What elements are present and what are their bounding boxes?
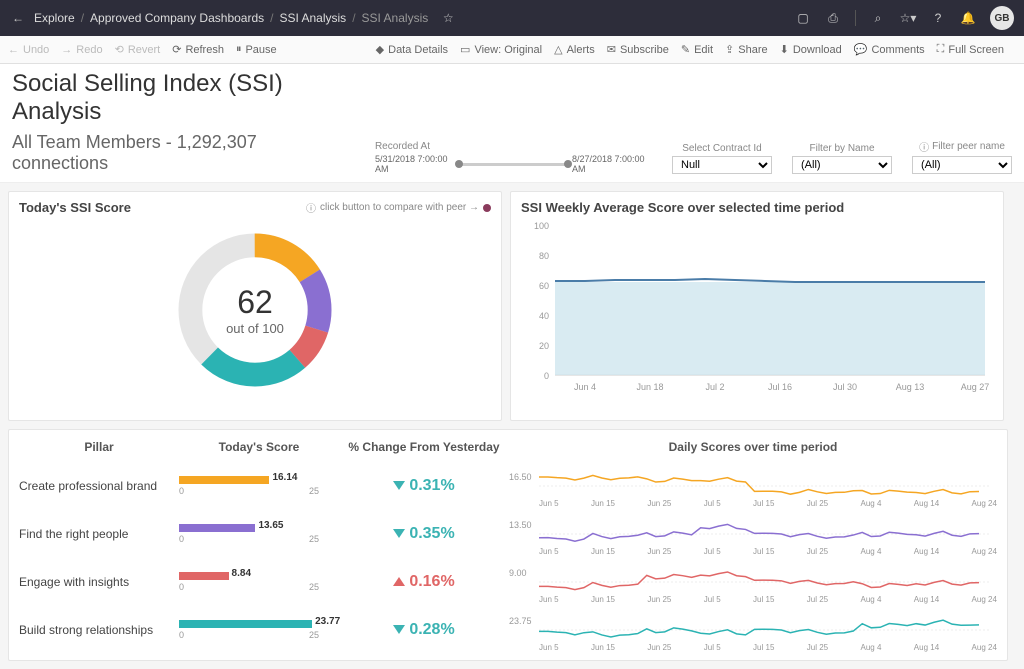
avatar[interactable]: GB bbox=[990, 6, 1014, 30]
notifications-icon[interactable]: 🔔 bbox=[960, 10, 976, 26]
divider bbox=[855, 10, 856, 26]
pillar-row: Engage with insights 8.84 025 0.16% 9.00… bbox=[19, 558, 997, 606]
pillar-row: Find the right people 13.65 025 0.35% 13… bbox=[19, 510, 997, 558]
info-icon[interactable]: ⓘ bbox=[919, 139, 929, 154]
share-button[interactable]: ⇪ Share bbox=[725, 43, 768, 56]
svg-text:80: 80 bbox=[539, 251, 549, 261]
contract-select[interactable]: Null bbox=[672, 156, 772, 174]
pillar-sparkline: 16.50 Jun 5Jun 15Jun 25Jul 5Jul 15Jul 25… bbox=[509, 466, 997, 506]
pillars-card: Pillar Today's Score % Change From Yeste… bbox=[8, 429, 1008, 661]
info-icon[interactable]: ⓘ bbox=[306, 200, 316, 215]
undo-button[interactable]: ← Undo bbox=[8, 44, 49, 56]
fullscreen-button[interactable]: ⛶ Full Screen bbox=[937, 43, 1004, 56]
recorded-start: 5/31/2018 7:00:00 AM bbox=[375, 154, 455, 174]
svg-text:Aug 13: Aug 13 bbox=[896, 382, 925, 392]
pillar-bar: 13.65 025 bbox=[179, 524, 339, 544]
col-change: % Change From Yesterday bbox=[339, 440, 509, 454]
svg-text:Jul 2: Jul 2 bbox=[705, 382, 724, 392]
svg-text:20: 20 bbox=[539, 341, 549, 351]
breadcrumb: Explore/ Approved Company Dashboards/ SS… bbox=[34, 10, 456, 26]
edit-button[interactable]: ✎ Edit bbox=[681, 43, 713, 56]
help-icon[interactable]: ? bbox=[930, 10, 946, 26]
pillar-bar: 23.77 025 bbox=[179, 620, 339, 640]
crumb-ssi[interactable]: SSI Analysis bbox=[279, 11, 346, 25]
page-subtitle: All Team Members - 1,292,307 connections bbox=[12, 132, 345, 174]
ssi-score-sub: out of 100 bbox=[226, 321, 284, 336]
pillar-name: Find the right people bbox=[19, 527, 179, 541]
recorded-at-label: Recorded At bbox=[375, 141, 652, 152]
svg-text:40: 40 bbox=[539, 311, 549, 321]
crumb-current: SSI Analysis bbox=[362, 11, 429, 25]
download-button[interactable]: ⬇ Download bbox=[780, 43, 842, 56]
refresh-button[interactable]: ⟳ Refresh bbox=[172, 43, 224, 56]
page-title: Social Selling Index (SSI) Analysis bbox=[12, 70, 345, 126]
svg-text:0: 0 bbox=[544, 371, 549, 381]
pillar-row: Create professional brand 16.14 025 0.31… bbox=[19, 462, 997, 510]
svg-text:Jul 16: Jul 16 bbox=[768, 382, 792, 392]
subscribe-button[interactable]: ✉ Subscribe bbox=[607, 43, 669, 56]
pillar-change: 0.31% bbox=[339, 477, 509, 495]
name-filter-label: Filter by Name bbox=[792, 143, 892, 154]
star-icon[interactable]: ☆ bbox=[440, 10, 456, 26]
crumb-explore[interactable]: Explore bbox=[34, 11, 75, 25]
pause-button[interactable]: ⏸ Pause bbox=[236, 43, 277, 56]
pillar-bar: 8.84 025 bbox=[179, 572, 339, 592]
action-toolbar: ← Undo → Redo ⟲ Revert ⟳ Refresh ⏸ Pause… bbox=[0, 36, 1024, 64]
pillar-change: 0.16% bbox=[339, 573, 509, 591]
weekly-average-title: SSI Weekly Average Score over selected t… bbox=[521, 200, 993, 215]
pillar-name: Engage with insights bbox=[19, 575, 179, 589]
alerts-button[interactable]: △ Alerts bbox=[554, 43, 595, 56]
svg-text:Aug 27: Aug 27 bbox=[961, 382, 990, 392]
revert-button[interactable]: ⟲ Revert bbox=[115, 43, 161, 56]
peer-select[interactable]: (All) bbox=[912, 156, 1012, 174]
peer-filter-label: Filter peer name bbox=[932, 141, 1005, 152]
pillar-change: 0.28% bbox=[339, 621, 509, 639]
ssi-score-card: Today's SSI Score ⓘclick button to compa… bbox=[8, 191, 502, 421]
view-button[interactable]: ▭ View: Original bbox=[460, 43, 542, 56]
pillar-sparkline: 23.75 Jun 5Jun 15Jun 25Jul 5Jul 15Jul 25… bbox=[509, 610, 997, 650]
top-nav: ← Explore/ Approved Company Dashboards/ … bbox=[0, 0, 1024, 36]
weekly-average-card: SSI Weekly Average Score over selected t… bbox=[510, 191, 1004, 421]
pillar-row: Build strong relationships 23.77 025 0.2… bbox=[19, 606, 997, 654]
pillar-bar: 16.14 025 bbox=[179, 476, 339, 496]
pillar-sparkline: 9.00 Jun 5Jun 15Jun 25Jul 5Jul 15Jul 25A… bbox=[509, 562, 997, 602]
svg-text:Jun 4: Jun 4 bbox=[574, 382, 596, 392]
name-select[interactable]: (All) bbox=[792, 156, 892, 174]
weekly-average-chart: 100 80 60 40 20 0 Jun 4 Jun 18 Jul 2 Jul 16 Jul 3… bbox=[521, 215, 995, 410]
pillar-change: 0.35% bbox=[339, 525, 509, 543]
col-score: Today's Score bbox=[179, 440, 339, 454]
favorite-icon[interactable]: ☆▾ bbox=[900, 10, 916, 26]
svg-text:Jul 30: Jul 30 bbox=[833, 382, 857, 392]
tag-icon[interactable]: ⎙ bbox=[825, 10, 841, 26]
header-filters: Social Selling Index (SSI) Analysis All … bbox=[0, 64, 1024, 183]
pillar-sparkline: 13.50 Jun 5Jun 15Jun 25Jul 5Jul 15Jul 25… bbox=[509, 514, 997, 554]
recorded-end: 8/27/2018 7:00:00 AM bbox=[572, 154, 652, 174]
ssi-score-value: 62 bbox=[226, 284, 284, 321]
svg-text:100: 100 bbox=[534, 221, 549, 231]
peer-dot-icon[interactable] bbox=[483, 204, 491, 212]
compare-hint: click button to compare with peer → bbox=[320, 202, 479, 213]
data-details-button[interactable]: ◆ Data Details bbox=[376, 43, 448, 56]
back-icon[interactable]: ← bbox=[10, 10, 26, 26]
recorded-at-slider[interactable]: 5/31/2018 7:00:00 AM 8/27/2018 7:00:00 A… bbox=[375, 154, 652, 174]
search-icon[interactable]: ⌕ bbox=[870, 10, 886, 26]
svg-text:Jun 18: Jun 18 bbox=[636, 382, 663, 392]
contract-label: Select Contract Id bbox=[672, 143, 772, 154]
crumb-dashboards[interactable]: Approved Company Dashboards bbox=[90, 11, 264, 25]
col-pillar: Pillar bbox=[19, 440, 179, 454]
col-daily: Daily Scores over time period bbox=[509, 440, 997, 454]
redo-button[interactable]: → Redo bbox=[61, 44, 102, 56]
pillar-name: Create professional brand bbox=[19, 479, 179, 493]
device-icon[interactable]: ▢ bbox=[795, 10, 811, 26]
svg-text:60: 60 bbox=[539, 281, 549, 291]
comments-button[interactable]: 💬 Comments bbox=[854, 43, 925, 56]
pillar-name: Build strong relationships bbox=[19, 623, 179, 637]
